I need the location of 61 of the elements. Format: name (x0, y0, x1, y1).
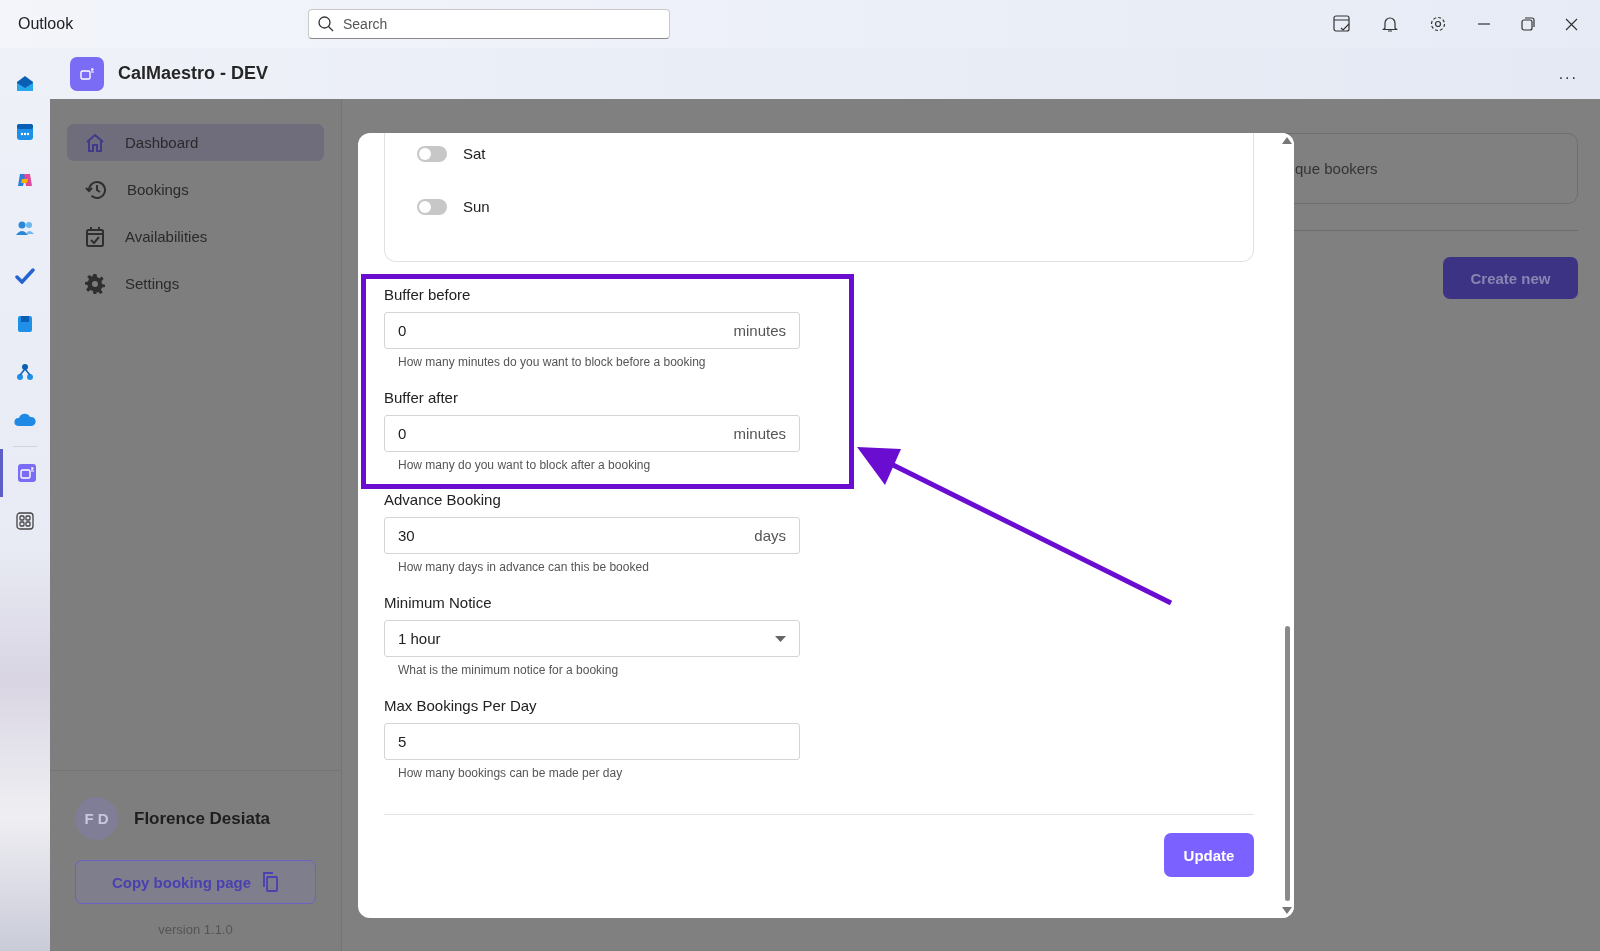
nav-item[interactable]: Dashboard (67, 124, 324, 161)
checkmark-icon (15, 268, 35, 284)
dropdown[interactable]: 1 hour (384, 620, 800, 657)
helper-text: How many bookings can be made per day (398, 766, 624, 780)
search-field[interactable]: Search (308, 9, 670, 39)
helper-text: How many minutes do you want to block before a booking (398, 355, 707, 369)
card-text: que bookers (1295, 160, 1378, 177)
number-field[interactable]: 5 (384, 723, 800, 760)
app-name: Outlook (18, 15, 75, 33)
field-label: Advance Booking (384, 491, 502, 510)
avatar: F D (75, 797, 118, 840)
grid-icon (16, 512, 34, 530)
helper-text: How many do you want to block after a booking (398, 458, 652, 472)
scroll-down-icon[interactable] (1282, 907, 1292, 914)
create-button[interactable]: Create new (1443, 257, 1578, 299)
helper-text: How many days in advance can this be booked (398, 560, 650, 574)
calendar-check-icon (85, 225, 105, 248)
scroll-up-icon[interactable] (1282, 137, 1292, 144)
field-label: Buffer before (384, 286, 472, 305)
home-icon (85, 132, 105, 153)
nav-item[interactable]: Bookings (67, 171, 324, 208)
nav-label: Dashboard (125, 134, 199, 151)
settings-icon (85, 273, 105, 294)
number-field[interactable]: 0 minutes (384, 312, 800, 349)
nav-item[interactable]: Availabilities (67, 218, 324, 255)
org-chart-icon (16, 363, 34, 381)
number-field[interactable]: 30 days (384, 517, 800, 554)
scrollbar-thumb[interactable] (1284, 626, 1290, 901)
day-label: Sat (463, 145, 486, 162)
nav-label: Settings (125, 275, 180, 292)
nav-label: Availabilities (125, 228, 208, 245)
field-label: Minimum Notice (384, 594, 493, 613)
day-label: Sun (463, 198, 490, 215)
bell-icon[interactable] (1381, 15, 1399, 33)
envelope-icon (15, 75, 35, 93)
field-label: Buffer after (384, 389, 459, 408)
calendar-check-icon[interactable] (1333, 15, 1351, 33)
caret-icon (775, 635, 786, 642)
restore-icon[interactable] (1521, 17, 1535, 31)
calendar-icon (16, 123, 34, 141)
helper-text: What is the minimum notice for a booking (398, 663, 620, 677)
number-field[interactable]: 0 minutes (384, 415, 800, 452)
search-icon (318, 16, 334, 32)
nav-item[interactable]: Settings (67, 265, 324, 302)
toggle-switch[interactable] (417, 198, 447, 215)
notebook-icon (16, 315, 34, 333)
user-name: Florence Desiata (134, 808, 271, 829)
close-icon[interactable] (1565, 17, 1578, 31)
field-label: Max Bookings Per Day (384, 697, 538, 716)
more-menu[interactable]: ... (1558, 64, 1578, 83)
settings-icon[interactable] (1429, 15, 1447, 33)
history-icon (85, 179, 107, 200)
toggle-switch[interactable] (417, 145, 447, 162)
nav-label: Bookings (127, 181, 189, 198)
copy-icon (261, 872, 280, 892)
calendar-sparkle-icon (17, 464, 36, 482)
app-title: CalMaestro - DEV (118, 63, 269, 84)
cloud-icon (14, 413, 36, 427)
swirl-icon (16, 171, 34, 189)
update-button[interactable]: Update (1164, 833, 1254, 877)
people-icon (15, 220, 35, 236)
